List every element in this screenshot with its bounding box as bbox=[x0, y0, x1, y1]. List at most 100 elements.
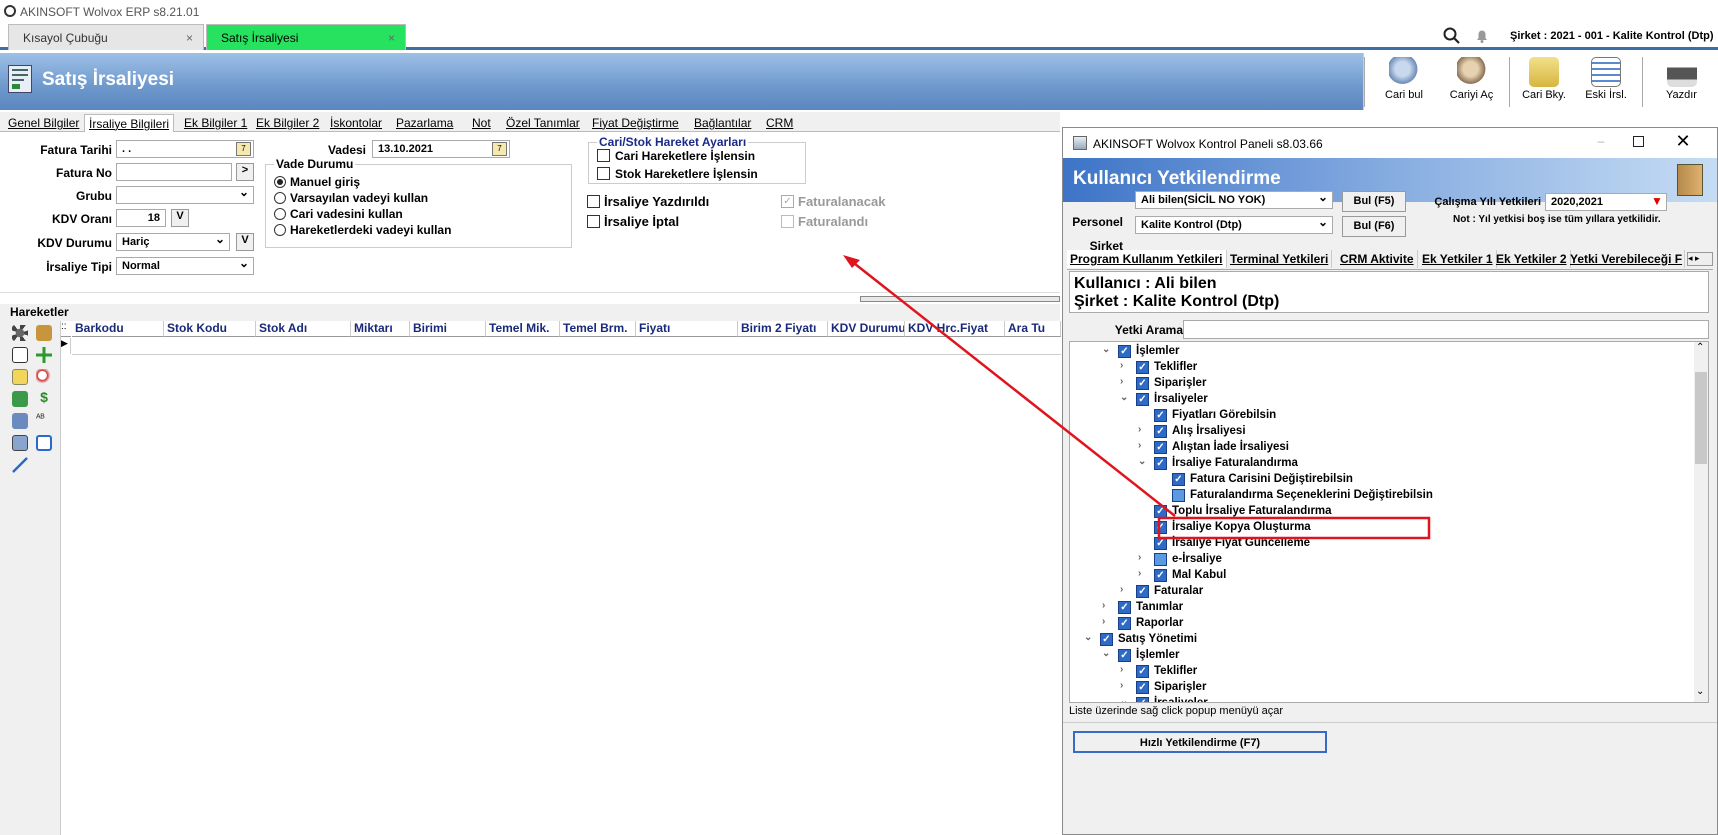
tab-yetki-verebilecegi[interactable]: Yetki Verebileceği F bbox=[1567, 250, 1685, 268]
document-icon[interactable] bbox=[12, 369, 28, 385]
column-header[interactable]: Barkodu bbox=[72, 321, 164, 337]
bul-f6-button[interactable]: Bul (F6) bbox=[1342, 216, 1406, 237]
bul-f5-button[interactable]: Bul (F5) bbox=[1342, 191, 1406, 212]
column-header[interactable]: Temel Brm. bbox=[560, 321, 636, 337]
calendar-icon[interactable]: 7 bbox=[236, 142, 251, 156]
vade-radio-manuel[interactable] bbox=[274, 176, 286, 188]
tab-crm[interactable]: CRM bbox=[762, 114, 797, 132]
irsaliye-tipi-select[interactable]: Normal bbox=[116, 256, 254, 275]
import-icon[interactable] bbox=[12, 391, 28, 407]
tab-crm-aktivite[interactable]: CRM Aktivite bbox=[1337, 250, 1418, 268]
chevron-down-icon[interactable]: ⌄ bbox=[1102, 344, 1110, 355]
scroll-up-icon[interactable]: ⌃ bbox=[1696, 342, 1704, 353]
faturalandi-checkbox[interactable] bbox=[781, 215, 794, 228]
cari-hareket-checkbox[interactable] bbox=[597, 149, 610, 162]
chevron-right-icon[interactable]: › bbox=[1120, 680, 1123, 691]
tree-node[interactable]: › ✓ Raporlar bbox=[1070, 616, 1690, 632]
grubu-select[interactable] bbox=[116, 185, 254, 204]
tree-checkbox[interactable]: ✓ bbox=[1154, 537, 1167, 550]
calisma-yili-input[interactable]: 2020,2021 bbox=[1545, 193, 1667, 211]
stok-hareket-checkbox[interactable] bbox=[597, 167, 610, 180]
tree-checkbox[interactable]: ✓ bbox=[1154, 569, 1167, 582]
column-header[interactable]: Ara Tu bbox=[1005, 321, 1061, 337]
vade-radio-cari[interactable] bbox=[274, 208, 286, 220]
tree-node[interactable]: ✓ Fatura Carisini Değiştirebilsin bbox=[1070, 472, 1690, 488]
tree-node[interactable]: ⌄ ✓ İşlemler bbox=[1070, 344, 1690, 360]
column-header[interactable]: Birim 2 Fiyatı bbox=[738, 321, 828, 337]
tab-baglantilar[interactable]: Bağlantılar bbox=[690, 114, 755, 132]
tree-node[interactable]: › ✓ Mal Kabul bbox=[1070, 568, 1690, 584]
settings2-icon[interactable] bbox=[36, 325, 52, 341]
column-header[interactable]: KDV Hrc.Fiyat bbox=[905, 321, 1005, 337]
link-icon[interactable] bbox=[12, 457, 28, 473]
tree-checkbox[interactable]: ✓ bbox=[1154, 409, 1167, 422]
vadesi-input[interactable]: 13.10.2021 bbox=[372, 140, 510, 158]
dollar-icon[interactable]: $ bbox=[36, 389, 52, 405]
tab-scroll-arrows[interactable]: ◂ ▸ bbox=[1687, 252, 1713, 266]
find-icon[interactable] bbox=[36, 369, 52, 385]
calculator-icon[interactable] bbox=[12, 435, 28, 451]
maximize-icon[interactable] bbox=[1633, 136, 1644, 147]
column-header[interactable]: Miktarı bbox=[351, 321, 410, 337]
tree-checkbox[interactable]: ✓ bbox=[1172, 473, 1185, 486]
tree-node[interactable]: › ✓ Teklifler bbox=[1070, 664, 1690, 680]
kdv-durumu-button[interactable]: V bbox=[236, 233, 254, 251]
tree-checkbox[interactable]: ✓ bbox=[1118, 601, 1131, 614]
faturalanacak-checkbox[interactable]: ✓ bbox=[781, 195, 794, 208]
tree-node[interactable]: ⌄ ✓ İşlemler bbox=[1070, 648, 1690, 664]
tree-node[interactable]: › ✓ Teklifler bbox=[1070, 360, 1690, 376]
eski-irsl-button[interactable]: Eski İrsl. bbox=[1576, 53, 1636, 110]
binoculars-icon[interactable] bbox=[12, 413, 28, 429]
tree-checkbox[interactable]: ✓ bbox=[1154, 425, 1167, 438]
chevron-right-icon[interactable]: › bbox=[1138, 568, 1141, 579]
tree-checkbox[interactable]: ✓ bbox=[1154, 457, 1167, 470]
chevron-right-icon[interactable]: › bbox=[1102, 600, 1105, 611]
tree-node[interactable]: ✓ İrsaliye Kopya Oluşturma bbox=[1070, 520, 1690, 536]
fatura-tarihi-input[interactable]: . . bbox=[116, 140, 254, 158]
tree-checkbox[interactable]: ✓ bbox=[1154, 521, 1167, 534]
add-icon[interactable] bbox=[36, 347, 52, 363]
tree-checkbox[interactable]: ✓ bbox=[1154, 441, 1167, 454]
column-header[interactable]: Birimi bbox=[410, 321, 486, 337]
calendar-icon[interactable]: 7 bbox=[492, 142, 507, 156]
tree-checkbox[interactable]: ✓ bbox=[1136, 361, 1149, 374]
tree-scrollbar[interactable]: ⌃ ⌄ bbox=[1694, 342, 1708, 702]
tab-fiyat-degistirme[interactable]: Fiyat Değiştirme bbox=[588, 114, 683, 132]
chevron-down-icon[interactable]: ⌄ bbox=[1120, 392, 1128, 403]
chevron-right-icon[interactable]: › bbox=[1138, 424, 1141, 435]
column-header[interactable]: Stok Kodu bbox=[164, 321, 256, 337]
tree-checkbox[interactable]: ✓ bbox=[1154, 505, 1167, 518]
tree-node[interactable]: › e-İrsaliye bbox=[1070, 552, 1690, 568]
kdv-orani-button[interactable]: V bbox=[171, 209, 189, 227]
tree-checkbox[interactable]: ✓ bbox=[1136, 393, 1149, 406]
chevron-right-icon[interactable]: › bbox=[1120, 360, 1123, 371]
tab-satis-irsaliyesi[interactable]: Satış İrsaliyesi × bbox=[206, 24, 406, 50]
chevron-down-icon[interactable]: ⌄ bbox=[1084, 632, 1092, 643]
fatura-no-button[interactable]: > bbox=[236, 163, 254, 181]
tree-node[interactable]: ⌄ ✓ İrsaliyeler bbox=[1070, 392, 1690, 408]
tab-terminal[interactable]: Terminal Yetkileri bbox=[1227, 250, 1333, 268]
tree-checkbox[interactable]: ✓ bbox=[1136, 377, 1149, 390]
yazdir-button[interactable]: Yazdır bbox=[1649, 53, 1714, 110]
search-icon[interactable] bbox=[1443, 27, 1461, 45]
personel-select[interactable]: Ali bilen(SİCİL NO YOK) bbox=[1135, 190, 1333, 209]
column-header[interactable]: KDV Durumu bbox=[828, 321, 905, 337]
vade-radio-varsayilan[interactable] bbox=[274, 192, 286, 204]
tree-node[interactable]: › ✓ Siparişler bbox=[1070, 680, 1690, 696]
tree-node[interactable]: ✓ Fiyatları Görebilsin bbox=[1070, 408, 1690, 424]
tab-ozel-tanimlar[interactable]: Özel Tanımlar bbox=[502, 114, 584, 132]
tab-ek-bilgiler-1[interactable]: Ek Bilgiler 1 bbox=[180, 114, 251, 132]
tab-pazarlama[interactable]: Pazarlama bbox=[392, 114, 457, 132]
scroll-down-icon[interactable]: ⌄ bbox=[1696, 686, 1704, 697]
tree-checkbox[interactable]: ✓ bbox=[1136, 665, 1149, 678]
tab-iskontolar[interactable]: İskontolar bbox=[326, 114, 386, 132]
irsaliye-yazdirildi-checkbox[interactable] bbox=[587, 195, 600, 208]
column-header[interactable]: Temel Mik. bbox=[486, 321, 560, 337]
tree-node[interactable]: Faturalandırma Seçeneklerini Değiştirebi… bbox=[1070, 488, 1690, 504]
tab-not[interactable]: Not bbox=[468, 114, 495, 132]
kdv-durumu-select[interactable]: Hariç bbox=[116, 232, 230, 251]
tree-checkbox[interactable]: ✓ bbox=[1136, 681, 1149, 694]
gear-icon[interactable] bbox=[12, 325, 28, 341]
chevron-right-icon[interactable]: › bbox=[1120, 376, 1123, 387]
chevron-right-icon[interactable]: › bbox=[1120, 584, 1123, 595]
